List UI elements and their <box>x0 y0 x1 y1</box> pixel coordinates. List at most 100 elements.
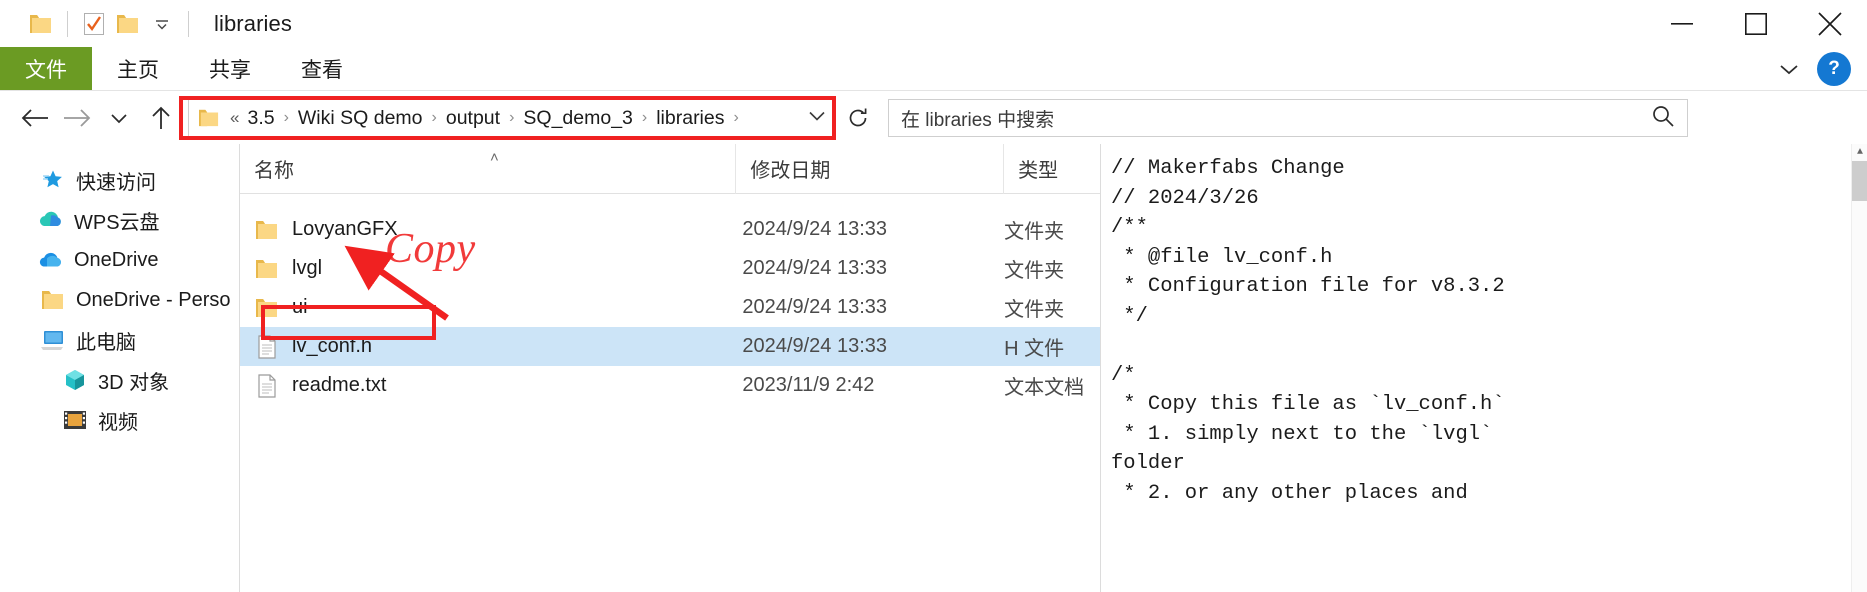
folder-icon <box>254 256 280 282</box>
breadcrumb-item-3[interactable]: SQ_demo_3 <box>519 107 637 130</box>
sidebar-item-onedrive[interactable]: OneDrive <box>0 240 239 280</box>
search-icon[interactable] <box>1651 104 1675 133</box>
file-type: 文件夹 <box>1004 299 1065 321</box>
quick-access-toolbar: libraries <box>0 0 292 47</box>
explorer-content: 快速访问 WPS云盘 OneDrive OneDrive - Perso 此电脑… <box>0 143 1867 592</box>
folder-icon <box>40 287 66 313</box>
file-icon <box>254 334 280 360</box>
minimize-button[interactable] <box>1645 0 1719 47</box>
sidebar-item-label: WPS云盘 <box>74 211 160 234</box>
column-header-date[interactable]: 修改日期 <box>736 143 1005 194</box>
forward-button[interactable] <box>56 97 98 139</box>
address-bar-row: « 3.5 › Wiki SQ demo › output › SQ_demo_… <box>0 92 1867 144</box>
window-title: libraries <box>214 10 292 36</box>
file-rows: LovyanGFX 2024/9/24 13:33 文件夹 lvgl 2024/… <box>240 194 1100 405</box>
file-date: 2024/9/24 13:33 <box>742 335 888 357</box>
tab-share[interactable]: 共享 <box>184 47 276 90</box>
file-name: LovyanGFX <box>292 218 398 240</box>
refresh-button[interactable] <box>838 98 878 138</box>
sidebar-item-label: 视频 <box>98 411 138 434</box>
breadcrumb-separator[interactable]: › <box>504 109 519 127</box>
table-row[interactable]: lv_conf.h 2024/9/24 13:33 H 文件 <box>240 327 1100 366</box>
breadcrumb: « 3.5 › Wiki SQ demo › output › SQ_demo_… <box>226 107 744 130</box>
breadcrumb-item-0[interactable]: 3.5 <box>243 107 278 130</box>
address-bar[interactable]: « 3.5 › Wiki SQ demo › output › SQ_demo_… <box>188 99 836 137</box>
cloud-blue-icon <box>38 247 64 273</box>
table-row[interactable]: readme.txt 2023/11/9 2:42 文本文档 <box>240 366 1100 405</box>
column-header-label: 修改日期 <box>750 160 831 182</box>
search-box[interactable]: 在 libraries 中搜索 <box>888 99 1688 137</box>
sidebar-item-onedrive-personal[interactable]: OneDrive - Perso <box>0 280 239 320</box>
search-input[interactable]: 在 libraries 中搜索 <box>901 105 1054 132</box>
breadcrumb-separator[interactable]: › <box>279 109 294 127</box>
tab-file[interactable]: 文件 <box>0 47 92 90</box>
title-bar: libraries <box>0 0 1867 47</box>
sidebar-item-wps-cloud[interactable]: WPS云盘 <box>0 200 239 240</box>
recent-locations-button[interactable] <box>98 97 140 139</box>
folder-icon <box>254 217 280 243</box>
chevron-down-icon[interactable] <box>1769 49 1809 89</box>
code-line: * 2. or any other places and <box>1111 481 1468 505</box>
code-line: folder <box>1111 452 1185 475</box>
code-line: * @file lv_conf.h <box>1111 245 1333 269</box>
file-type: 文本文档 <box>1004 377 1085 399</box>
code-line: * Copy this file as `lv_conf.h` <box>1111 393 1505 416</box>
breadcrumb-separator[interactable]: › <box>729 109 744 127</box>
back-button[interactable] <box>14 97 56 139</box>
table-row[interactable]: ui 2024/9/24 13:33 文件夹 <box>240 288 1100 327</box>
code-line: * 1. simply next to the `lvgl` <box>1111 422 1493 446</box>
code-line: /* <box>1111 363 1136 387</box>
sidebar-item-label: 3D 对象 <box>98 371 170 394</box>
caption-buttons <box>1645 0 1867 47</box>
code-line: // Makerfabs Change <box>1111 157 1345 180</box>
sidebar-item-quick-access[interactable]: 快速访问 <box>0 160 239 200</box>
sidebar-item-videos[interactable]: 视频 <box>0 400 239 440</box>
code-line: // 2024/3/26 <box>1111 186 1259 210</box>
preview-scrollbar[interactable]: ▲ <box>1851 144 1867 592</box>
code-line: /** <box>1111 216 1148 239</box>
sidebar-item-label: OneDrive <box>74 248 159 271</box>
tab-view[interactable]: 查看 <box>276 47 368 90</box>
file-date: 2024/9/24 13:33 <box>742 218 888 240</box>
column-header-name[interactable]: 名称 ˄ <box>240 143 737 194</box>
sidebar-item-3d-objects[interactable]: 3D 对象 <box>0 360 239 400</box>
table-row[interactable]: lvgl 2024/9/24 13:33 文件夹 <box>240 249 1100 288</box>
folder-icon[interactable] <box>24 7 58 41</box>
scrollbar-thumb[interactable] <box>1852 161 1867 201</box>
file-name: lvgl <box>292 257 323 279</box>
file-name-cell: readme.txt <box>240 373 736 399</box>
preview-pane: // Makerfabs Change // 2024/3/26 /** * @… <box>1101 144 1867 592</box>
file-type: H 文件 <box>1004 338 1065 360</box>
file-date: 2024/9/24 13:33 <box>742 296 888 318</box>
chevron-down-icon[interactable] <box>807 109 827 128</box>
scroll-up-icon[interactable]: ▲ <box>1852 144 1867 161</box>
file-name: ui <box>292 296 308 318</box>
table-row[interactable]: LovyanGFX 2024/9/24 13:33 文件夹 <box>240 210 1100 249</box>
breadcrumb-overflow[interactable]: « <box>226 108 243 128</box>
column-header-label: 名称 <box>254 160 294 182</box>
file-name-cell: ui <box>240 295 736 321</box>
breadcrumb-separator[interactable]: › <box>427 109 442 127</box>
title-divider <box>188 10 189 37</box>
sort-indicator: ˄ <box>490 148 499 166</box>
sidebar-item-this-pc[interactable]: 此电脑 <box>0 320 239 360</box>
breadcrumb-item-1[interactable]: Wiki SQ demo <box>294 107 427 130</box>
cloud-green-icon <box>38 207 64 233</box>
breadcrumb-item-2[interactable]: output <box>442 107 504 130</box>
file-list-pane: 名称 ˄ 修改日期 类型 LovyanGFX 2024/9/24 13:33 文… <box>240 143 1101 592</box>
help-button[interactable]: ? <box>1817 52 1851 86</box>
customize-caret-icon[interactable] <box>145 7 179 41</box>
file-type: 文件夹 <box>1004 221 1065 243</box>
column-header-row: 名称 ˄ 修改日期 类型 <box>240 143 1100 194</box>
properties-icon[interactable] <box>77 7 111 41</box>
up-button[interactable] <box>140 97 182 139</box>
close-button[interactable] <box>1793 0 1867 47</box>
maximize-button[interactable] <box>1719 0 1793 47</box>
breadcrumb-separator[interactable]: › <box>637 109 652 127</box>
tab-home[interactable]: 主页 <box>92 47 184 90</box>
new-folder-icon[interactable] <box>111 7 145 41</box>
column-header-type[interactable]: 类型 <box>1004 144 1100 194</box>
sidebar-item-label: 快速访问 <box>76 171 156 194</box>
breadcrumb-item-4[interactable]: libraries <box>652 107 728 130</box>
file-icon <box>254 373 280 399</box>
